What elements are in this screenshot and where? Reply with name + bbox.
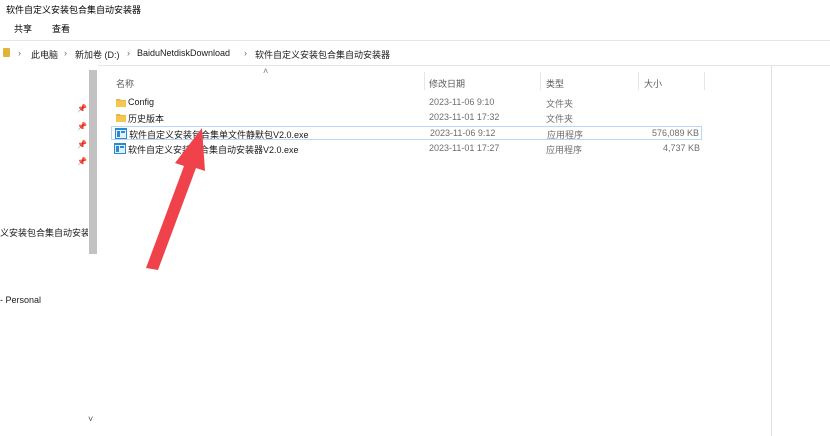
file-row-selected[interactable]: 软件自定义安装包合集单文件静默包V2.0.exe 2023-11-06 9:12… xyxy=(111,126,702,140)
nav-scrollbar-thumb[interactable] xyxy=(89,70,97,254)
pin-icon[interactable]: 📌 xyxy=(77,104,87,113)
file-type: 应用程序 xyxy=(547,130,584,140)
address-bar[interactable] xyxy=(0,40,830,66)
folder-icon xyxy=(3,48,10,57)
chevron-right-icon[interactable]: › xyxy=(18,48,21,58)
file-name: 软件自定义安装包合集自动安装器V2.0.exe xyxy=(128,145,299,155)
pin-icon[interactable]: 📌 xyxy=(77,140,87,149)
chevron-right-icon[interactable]: › xyxy=(64,48,67,58)
exe-icon xyxy=(114,143,126,154)
chevron-right-icon[interactable]: › xyxy=(244,48,247,58)
breadcrumb-current-folder[interactable]: 软件自定义安装包合集自动安装器 xyxy=(255,48,390,61)
file-date: 2023-11-01 17:27 xyxy=(429,143,500,153)
pin-icon[interactable]: 📌 xyxy=(77,122,87,131)
file-date: 2023-11-06 9:12 xyxy=(430,128,496,138)
column-header-name[interactable]: 名称 xyxy=(116,77,134,90)
nav-item-current-folder[interactable]: 义安装包合集自动安装器 xyxy=(0,226,88,239)
file-size: 576,089 KB xyxy=(651,128,699,138)
navigation-pane xyxy=(0,65,98,436)
scroll-down-icon[interactable]: ˅ xyxy=(88,414,93,424)
file-type: 文件夹 xyxy=(546,99,574,109)
file-name: 软件自定义安装包合集单文件静默包V2.0.exe xyxy=(129,130,309,140)
window-title: 软件自定义安装包合集自动安装器 xyxy=(6,5,142,15)
file-type: 文件夹 xyxy=(546,114,574,124)
pane-divider xyxy=(771,65,772,436)
file-date: 2023-11-01 17:32 xyxy=(429,112,500,122)
column-header-type[interactable]: 类型 xyxy=(546,77,564,90)
pin-icon[interactable]: 📌 xyxy=(77,157,87,166)
column-divider[interactable] xyxy=(540,72,541,90)
breadcrumb-this-pc[interactable]: 此电脑 xyxy=(31,48,58,61)
exe-icon xyxy=(115,128,127,139)
tab-share[interactable]: 共享 xyxy=(14,22,32,35)
file-row[interactable]: Config 2023-11-06 9:10 文件夹 xyxy=(111,96,702,110)
sort-ascending-icon: ˄ xyxy=(263,66,269,76)
file-name: Config xyxy=(128,97,155,107)
folder-icon xyxy=(116,114,126,122)
breadcrumb-baidunetdisk[interactable]: BaiduNetdiskDownload xyxy=(137,48,230,58)
breadcrumb-drive-d[interactable]: 新加卷 (D:) xyxy=(75,48,120,61)
column-divider[interactable] xyxy=(638,72,639,90)
file-size: 4,737 KB xyxy=(662,143,700,153)
column-header-size[interactable]: 大小 xyxy=(644,77,662,90)
file-type: 应用程序 xyxy=(546,145,583,155)
tab-view[interactable]: 查看 xyxy=(52,22,70,35)
file-row[interactable]: 软件自定义安装包合集自动安装器V2.0.exe 2023-11-01 17:27… xyxy=(111,142,702,156)
folder-icon xyxy=(116,99,126,107)
column-divider[interactable] xyxy=(704,72,705,90)
file-row[interactable]: 历史版本 2023-11-01 17:32 文件夹 xyxy=(111,111,702,125)
chevron-right-icon[interactable]: › xyxy=(127,48,130,58)
file-name: 历史版本 xyxy=(128,114,165,124)
column-divider[interactable] xyxy=(424,72,425,90)
column-header-date[interactable]: 修改日期 xyxy=(429,77,465,90)
nav-item-onedrive-personal[interactable]: - Personal xyxy=(0,295,41,305)
file-date: 2023-11-06 9:10 xyxy=(429,97,495,107)
